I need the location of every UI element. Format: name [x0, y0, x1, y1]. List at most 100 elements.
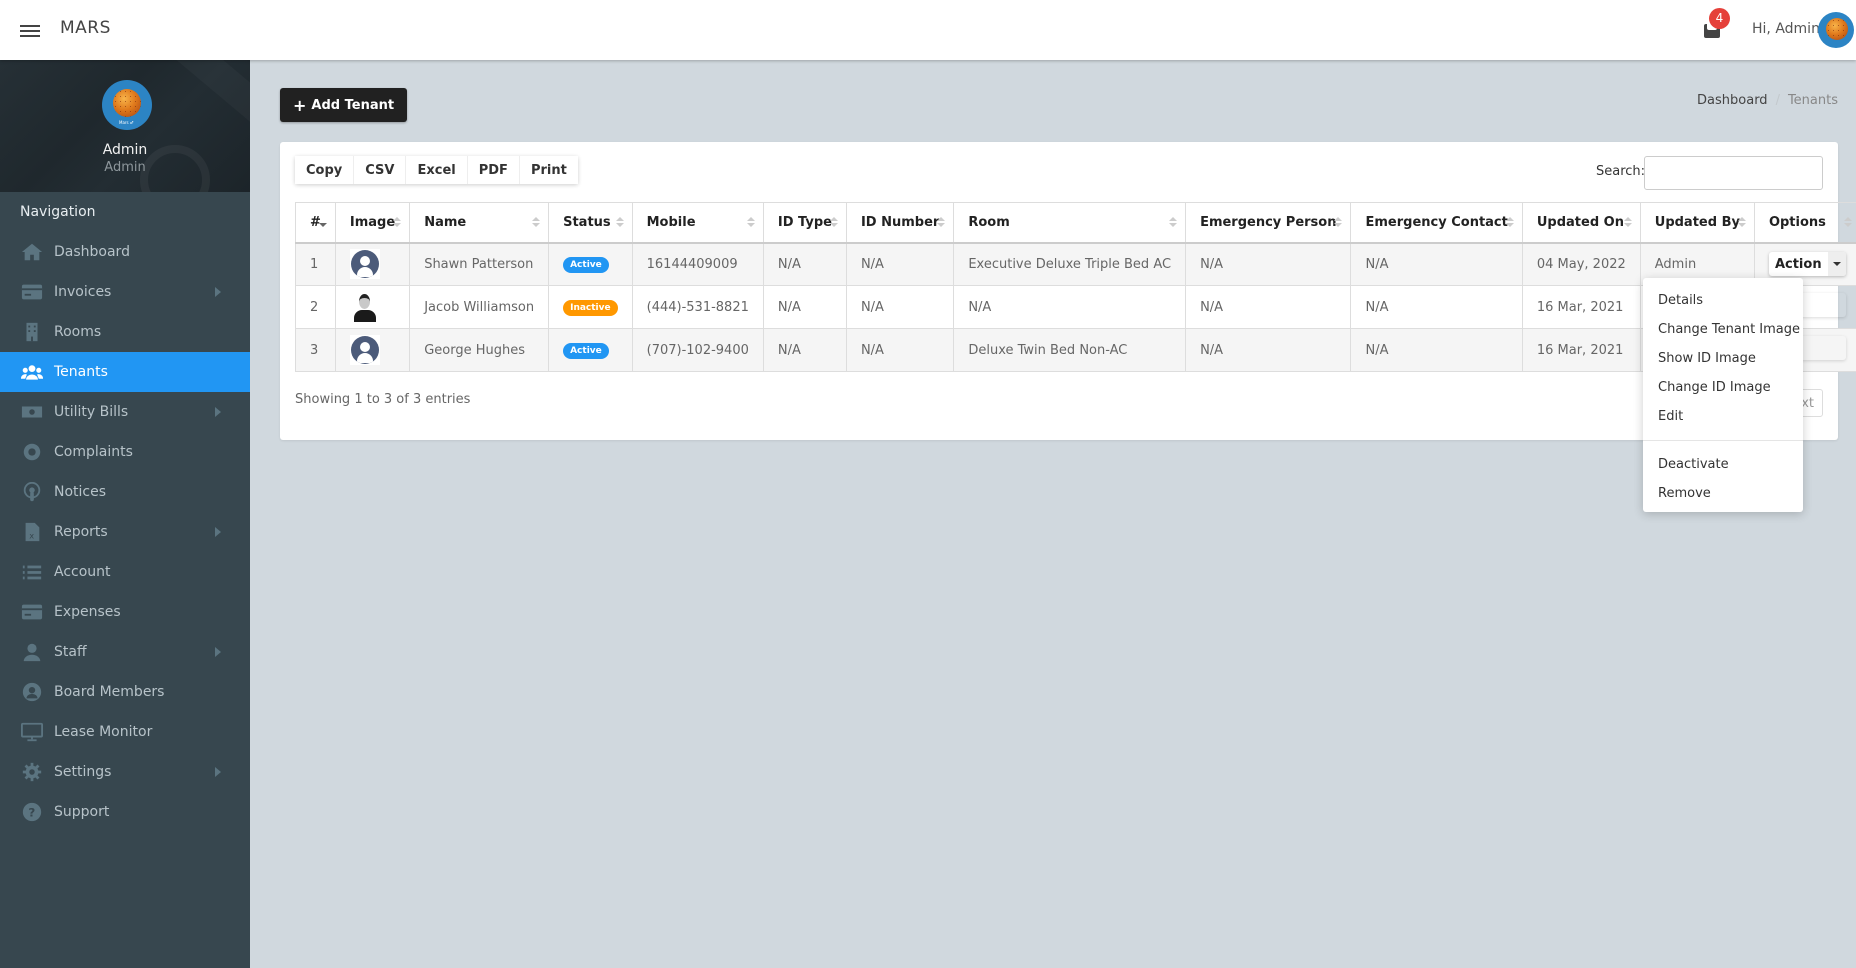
column-header-emergency-contact[interactable]: Emergency Contact	[1350, 202, 1523, 244]
sidebar-item-label: Settings	[54, 764, 112, 780]
sort-icon	[615, 217, 624, 229]
menu-item-show-id-image[interactable]: Show ID Image	[1643, 344, 1803, 373]
column-header-options[interactable]: Options	[1753, 202, 1856, 244]
menu-item-edit[interactable]: Edit	[1643, 402, 1803, 431]
sidebar-item-label: Complaints	[54, 444, 133, 460]
sidebar-item-reports[interactable]: x Reports	[0, 512, 250, 552]
plus-icon: +	[293, 95, 307, 115]
column-header-mobile[interactable]: Mobile	[631, 202, 764, 244]
breadcrumb-dashboard[interactable]: Dashboard	[1697, 93, 1768, 108]
sidebar-item-support[interactable]: ? Support	[0, 792, 250, 832]
search-input[interactable]	[1644, 156, 1823, 190]
app-title: MARS	[60, 18, 111, 38]
column-header-updated-on[interactable]: Updated On	[1521, 202, 1641, 244]
notifications-button[interactable]: 4	[1701, 8, 1730, 40]
copy-button[interactable]: Copy	[295, 156, 355, 184]
status-badge: Inactive	[563, 299, 618, 316]
cell-mobile: (444)-531-8821	[631, 285, 764, 329]
tenants-card: Copy CSV Excel PDF Print Search: # Image N…	[280, 142, 1856, 440]
user-icon	[20, 642, 44, 662]
cell-num: 2	[295, 285, 336, 329]
column-header-name[interactable]: Name	[409, 202, 550, 244]
sort-icon	[829, 217, 838, 229]
sidebar-item-lease-monitor[interactable]: Lease Monitor	[0, 712, 250, 752]
cell-image	[334, 328, 411, 372]
sort-icon	[393, 217, 402, 229]
cell-emergency-contact: N/A	[1350, 285, 1523, 329]
menu-item-details[interactable]: Details	[1643, 286, 1803, 315]
sidebar-item-label: Support	[54, 804, 110, 820]
menu-item-change-id-image[interactable]: Change ID Image	[1643, 373, 1803, 402]
csv-button[interactable]: CSV	[354, 156, 407, 184]
menu-divider	[1643, 440, 1803, 441]
sidebar-item-label: Reports	[54, 524, 108, 540]
print-button[interactable]: Print	[519, 156, 578, 184]
sidebar-item-label: Dashboard	[54, 244, 130, 260]
breadcrumb-separator: /	[1775, 93, 1780, 108]
column-header-emergency-person[interactable]: Emergency Person	[1185, 202, 1352, 244]
sidebar-item-label: Staff	[54, 644, 87, 660]
hamburger-menu-icon[interactable]	[20, 22, 40, 38]
column-header-id-type[interactable]: ID Type	[762, 202, 847, 244]
cell-room: Executive Deluxe Triple Bed AC	[953, 242, 1187, 286]
menu-item-deactivate[interactable]: Deactivate	[1643, 450, 1803, 479]
excel-button[interactable]: Excel	[406, 156, 468, 184]
cell-id-type: N/A	[762, 328, 847, 372]
sidebar-item-label: Utility Bills	[54, 404, 129, 420]
sort-icon	[1505, 217, 1514, 229]
column-header-number[interactable]: #	[295, 202, 336, 244]
sort-icon	[937, 217, 946, 229]
column-header-updated-by[interactable]: Updated By	[1639, 202, 1755, 244]
action-button[interactable]: Action	[1768, 252, 1846, 277]
question-circle-icon: ?	[20, 802, 44, 822]
sidebar-item-expenses[interactable]: Expenses	[0, 592, 250, 632]
sidebar-item-label: Board Members	[54, 684, 165, 700]
cell-name: George Hughes	[409, 328, 550, 372]
sidebar-item-board-members[interactable]: Board Members	[0, 672, 250, 712]
cell-updated-on: 04 May, 2022	[1521, 242, 1641, 286]
user-greeting[interactable]: Hi, Admin	[1752, 21, 1820, 37]
sort-icon	[1623, 217, 1632, 229]
chevron-right-icon	[215, 647, 221, 657]
chevron-right-icon	[215, 407, 221, 417]
sidebar-item-notices[interactable]: Notices	[0, 472, 250, 512]
export-buttons: Copy CSV Excel PDF Print	[295, 156, 578, 184]
pdf-button[interactable]: PDF	[467, 156, 520, 184]
sidebar-item-settings[interactable]: Settings	[0, 752, 250, 792]
menu-item-change-tenant-image[interactable]: Change Tenant Image	[1643, 315, 1803, 344]
cell-updated-on: 16 Mar, 2021	[1521, 328, 1641, 372]
column-header-room[interactable]: Room	[953, 202, 1187, 244]
table-info: Showing 1 to 3 of 3 entries	[295, 392, 471, 407]
breadcrumb-current: Tenants	[1787, 93, 1838, 108]
column-header-status[interactable]: Status	[548, 202, 633, 244]
cell-status: Active	[548, 242, 633, 286]
sidebar-item-staff[interactable]: Staff	[0, 632, 250, 672]
search-label: Search:	[1596, 164, 1646, 179]
desktop-icon	[20, 722, 44, 742]
sort-icon	[532, 217, 541, 229]
sidebar-item-invoices[interactable]: Invoices	[0, 272, 250, 312]
column-header-id-number[interactable]: ID Number	[845, 202, 955, 244]
chevron-right-icon	[215, 767, 221, 777]
sidebar-item-utility-bills[interactable]: Utility Bills	[0, 392, 250, 432]
sidebar-item-complaints[interactable]: Complaints	[0, 432, 250, 472]
menu-item-remove[interactable]: Remove	[1643, 479, 1803, 508]
svg-text:?: ?	[28, 806, 35, 820]
cell-mobile: 16144409009	[631, 242, 764, 286]
add-tenant-button[interactable]: + Add Tenant	[280, 88, 408, 122]
sidebar-item-rooms[interactable]: Rooms	[0, 312, 250, 352]
cell-id-type: N/A	[762, 242, 847, 286]
profile-avatar: Mars ♂	[102, 80, 152, 130]
sort-icon	[1843, 217, 1852, 229]
sidebar-item-account[interactable]: Account	[0, 552, 250, 592]
money-bill-icon	[20, 402, 44, 422]
cell-emergency-person: N/A	[1185, 242, 1352, 286]
sidebar-item-label: Account	[54, 564, 111, 580]
sidebar-item-tenants[interactable]: Tenants	[0, 352, 250, 392]
building-icon	[20, 322, 44, 342]
user-avatar[interactable]	[1818, 12, 1854, 48]
column-header-image[interactable]: Image	[334, 202, 411, 244]
sidebar-item-dashboard[interactable]: Dashboard	[0, 232, 250, 272]
cell-status: Inactive	[548, 285, 633, 329]
home-icon	[20, 242, 44, 262]
